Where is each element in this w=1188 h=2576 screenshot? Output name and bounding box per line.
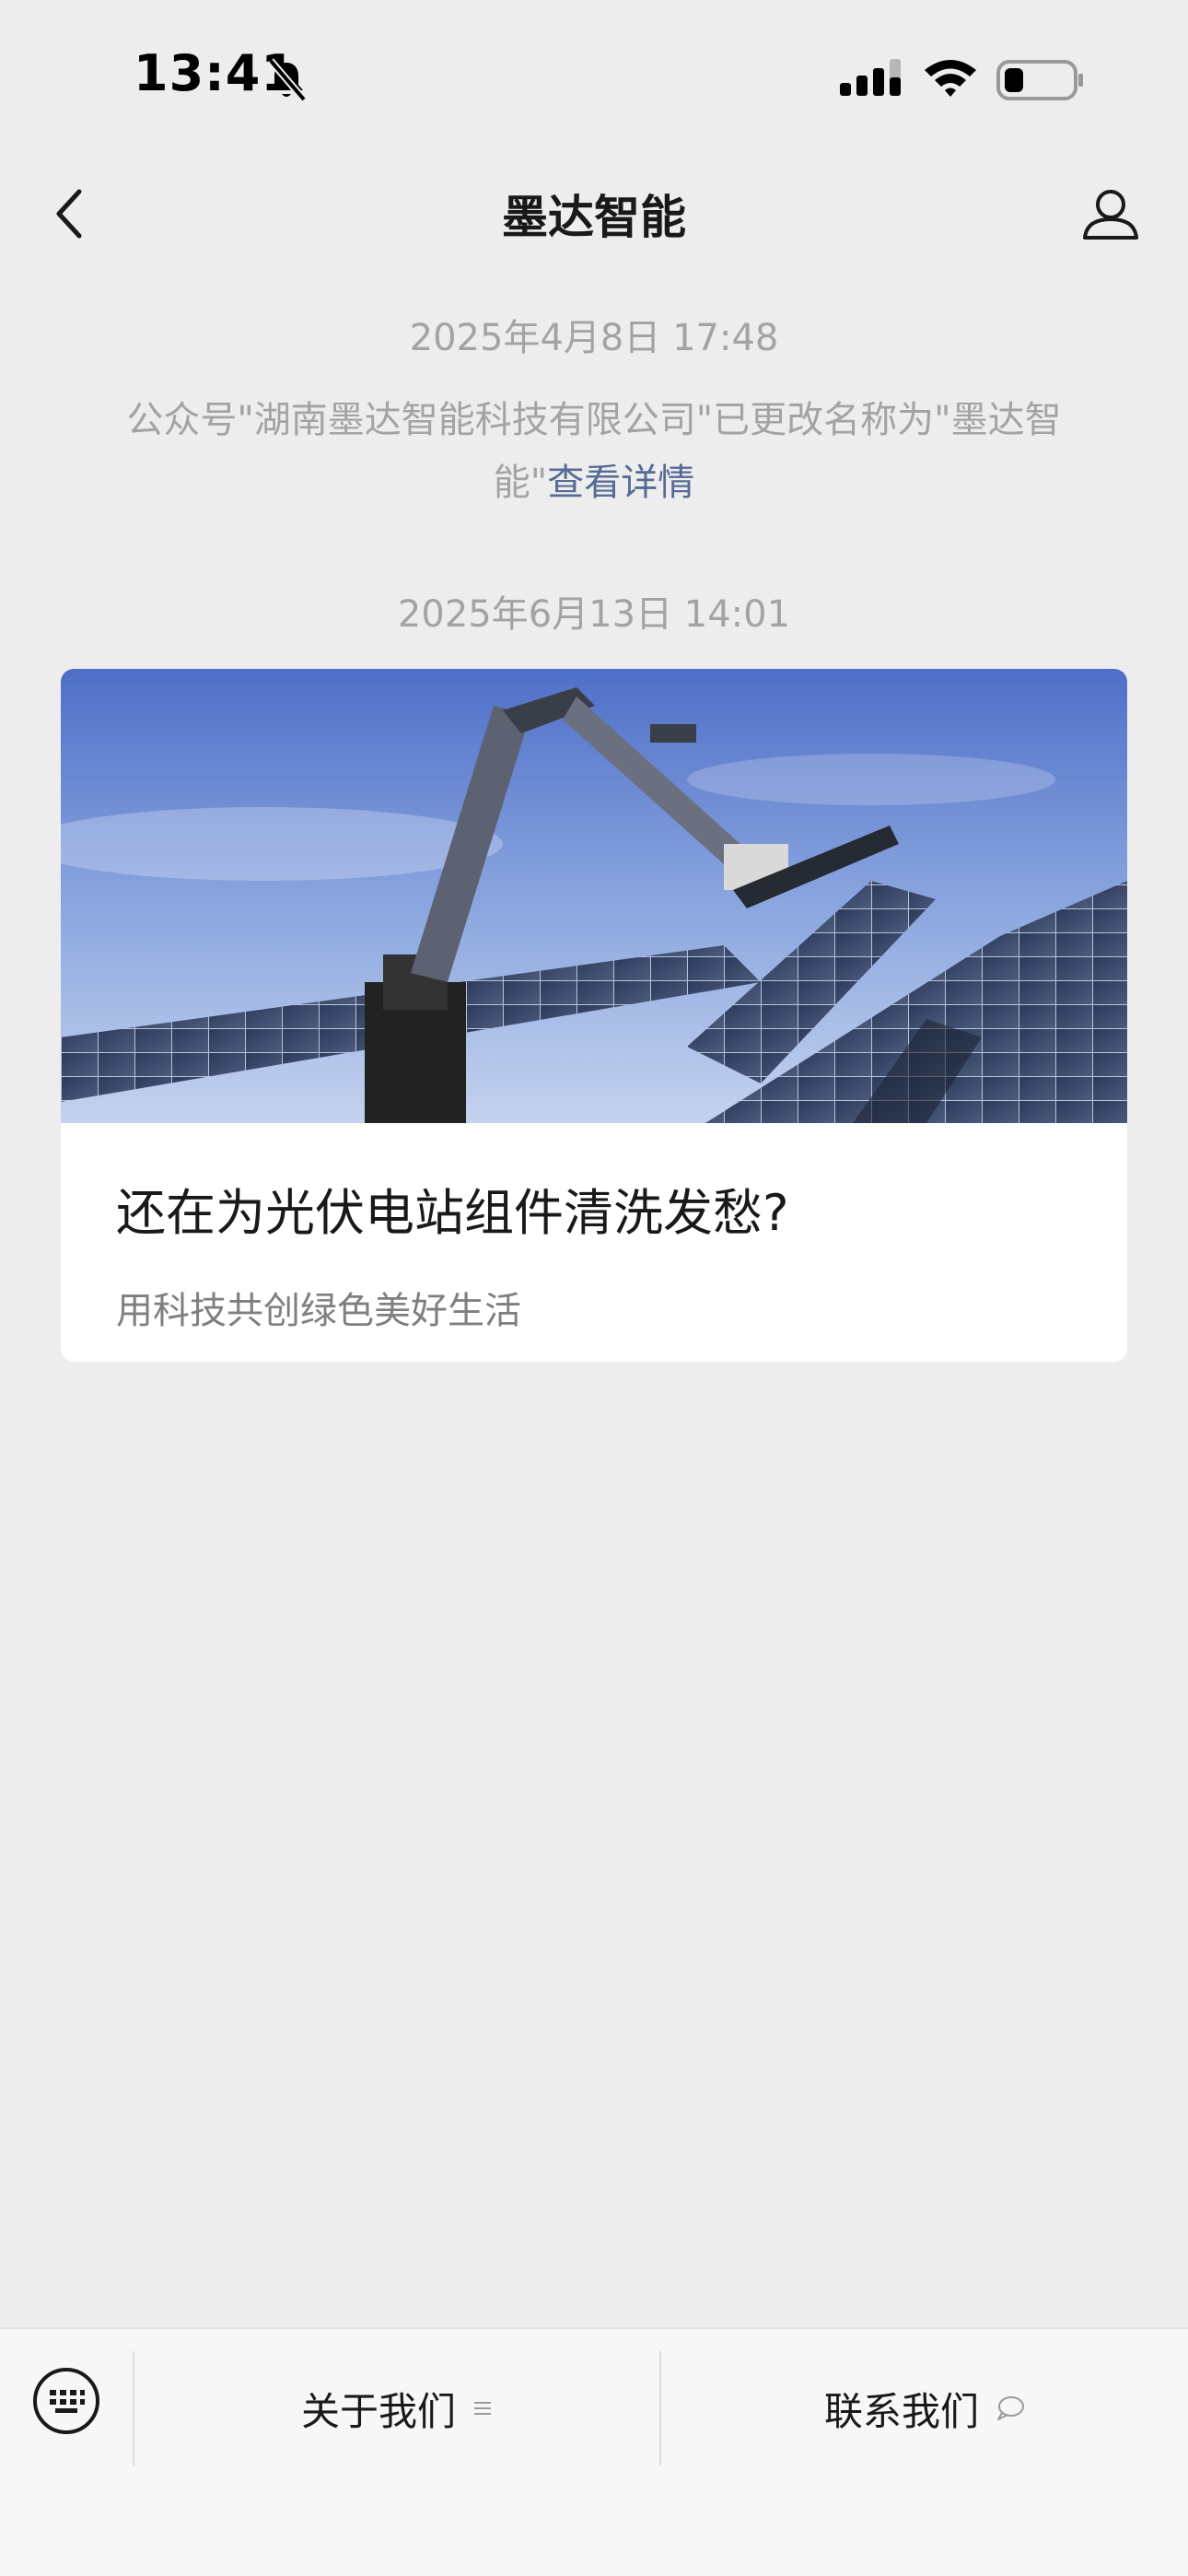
name-change-notice: 公众号"湖南墨达智能科技有限公司"已更改名称为"墨达智能"查看详情: [83, 389, 1105, 514]
person-icon: [1083, 190, 1138, 240]
article-title: 还在为光伏电站组件清洗发愁?: [116, 1184, 789, 1242]
menu-contact-us-label: 联系我们: [823, 2388, 979, 2434]
article-cover-image: [61, 669, 1127, 1123]
article-subtitle: 用科技共创绿色美好生活: [116, 1290, 521, 1332]
profile-button[interactable]: [1074, 177, 1147, 251]
chat-bubble-icon: [996, 2395, 1025, 2422]
nav-bar: 墨达智能: [0, 157, 1188, 267]
menu-lines-icon: [472, 2398, 493, 2418]
message-timestamp: 2025年6月13日 14:01: [397, 593, 791, 636]
page-title: 墨达智能: [502, 191, 686, 244]
battery-icon: [996, 60, 1083, 100]
bottom-menu-bar: 关于我们 联系我们: [0, 2327, 1188, 2576]
menu-contact-us[interactable]: 联系我们: [661, 2351, 1188, 2465]
menu-about-us[interactable]: 关于我们: [134, 2351, 659, 2465]
article-card[interactable]: 还在为光伏电站组件清洗发愁? 用科技共创绿色美好生活: [61, 669, 1127, 1362]
status-bar: 13:41: [0, 0, 1188, 157]
keyboard-icon[interactable]: [31, 2366, 101, 2436]
wifi-icon: [925, 60, 976, 97]
message-timestamp: 2025年4月8日 17:48: [409, 317, 779, 359]
menu-about-us-label: 关于我们: [300, 2388, 456, 2434]
bell-muted-icon: [267, 58, 308, 102]
cellular-signal-icon: [840, 59, 901, 96]
view-details-link[interactable]: 查看详情: [547, 462, 694, 504]
